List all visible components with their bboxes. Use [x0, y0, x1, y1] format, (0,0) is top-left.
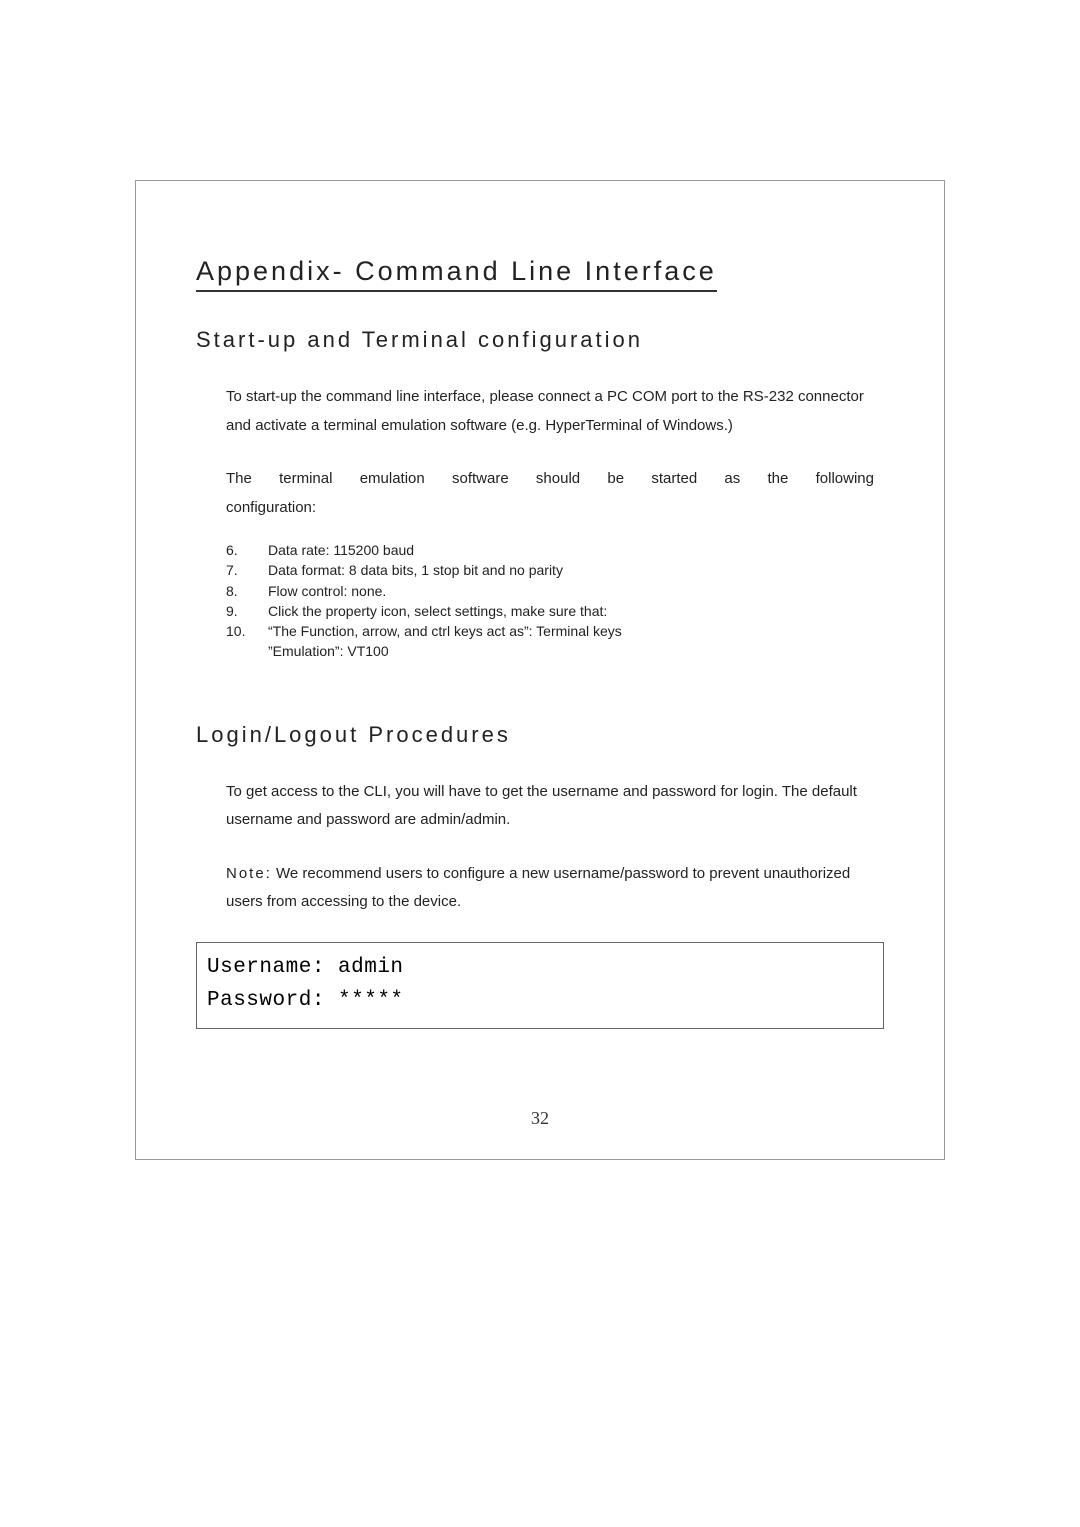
list-text: ”Emulation”: VT100	[268, 641, 884, 661]
list-text: Data format: 8 data bits, 1 stop bit and…	[268, 560, 884, 580]
section1-para2b: configuration:	[226, 494, 874, 523]
section1-para2a: The terminal emulation software should b…	[226, 465, 874, 494]
terminal-line-password: Password: *****	[207, 984, 873, 1018]
list-num	[226, 641, 268, 661]
list-item: 8. Flow control: none.	[226, 581, 884, 601]
list-item: 10. “The Function, arrow, and ctrl keys …	[226, 621, 884, 641]
list-text: Flow control: none.	[268, 581, 884, 601]
section2-note: Note: We recommend users to configure a …	[226, 860, 874, 917]
section1-heading: Start-up and Terminal configuration	[196, 327, 884, 353]
section2-para1: To get access to the CLI, you will have …	[226, 778, 874, 835]
list-text: Click the property icon, select settings…	[268, 601, 884, 621]
list-text: “The Function, arrow, and ctrl keys act …	[268, 621, 884, 641]
terminal-line-username: Username: admin	[207, 951, 873, 985]
section2-heading: Login/Logout Procedures	[196, 722, 884, 748]
page-frame: Appendix- Command Line Interface Start-u…	[135, 180, 945, 1160]
list-num: 6.	[226, 540, 268, 560]
list-item: 7. Data format: 8 data bits, 1 stop bit …	[226, 560, 884, 580]
page-number: 32	[136, 1108, 944, 1129]
note-text: We recommend users to configure a new us…	[226, 865, 850, 911]
page-title: Appendix- Command Line Interface	[196, 256, 717, 292]
list-item: 9. Click the property icon, select setti…	[226, 601, 884, 621]
list-item: ”Emulation”: VT100	[226, 641, 884, 661]
list-item: 6. Data rate: 115200 baud	[226, 540, 884, 560]
list-num: 7.	[226, 560, 268, 580]
config-list: 6. Data rate: 115200 baud 7. Data format…	[226, 540, 884, 662]
section1-para1: To start-up the command line interface, …	[226, 383, 874, 440]
list-text: Data rate: 115200 baud	[268, 540, 884, 560]
note-label: Note:	[226, 865, 272, 882]
list-num: 9.	[226, 601, 268, 621]
terminal-box: Username: admin Password: *****	[196, 942, 884, 1029]
list-num: 10.	[226, 621, 268, 641]
list-num: 8.	[226, 581, 268, 601]
